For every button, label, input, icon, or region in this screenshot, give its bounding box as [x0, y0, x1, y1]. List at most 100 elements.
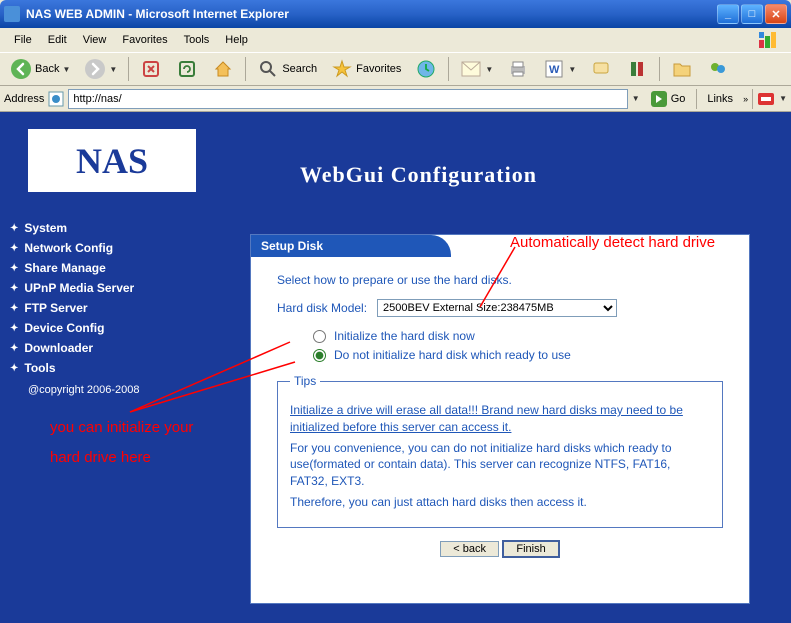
refresh-button[interactable] [170, 54, 204, 84]
home-button[interactable] [206, 54, 240, 84]
page-content: NAS WebGui Configuration ✦System ✦Networ… [0, 112, 791, 623]
finish-button[interactable]: Finish [502, 540, 559, 558]
sidebar-item-tools[interactable]: ✦Tools [10, 358, 190, 378]
home-icon [212, 58, 234, 80]
back-button[interactable]: Back ▼ [4, 54, 76, 84]
window-close-button[interactable]: ✕ [765, 4, 787, 24]
plus-icon: ✦ [10, 263, 18, 274]
tips-legend: Tips [290, 374, 320, 388]
forward-icon [84, 58, 106, 80]
edit-button[interactable]: W▼ [537, 54, 582, 84]
nas-logo-box: NAS [28, 129, 196, 192]
separator [659, 57, 660, 81]
plus-icon: ✦ [10, 223, 18, 234]
print-icon [507, 58, 529, 80]
favorites-star-icon [331, 58, 353, 80]
search-button[interactable]: Search [251, 54, 323, 84]
window-title: NAS WEB ADMIN - Microsoft Internet Explo… [26, 7, 717, 21]
separator [696, 89, 697, 109]
messenger-button[interactable] [701, 54, 735, 84]
menu-tools[interactable]: Tools [176, 32, 218, 48]
svg-text:W: W [549, 64, 560, 76]
dropdown-caret-icon: ▼ [109, 65, 117, 74]
window-maximize-button[interactable]: □ [741, 4, 763, 24]
plus-icon: ✦ [10, 343, 18, 354]
plus-icon: ✦ [10, 363, 18, 374]
page-title: WebGui Configuration [300, 162, 537, 188]
hard-disk-model-select[interactable]: 2500BEV External Size:238475MB [377, 299, 617, 317]
tips-warning-text: Initialize a drive will erase all data!!… [290, 402, 710, 436]
annotation-auto-detect: Automatically detect hard drive [510, 234, 715, 251]
stop-icon [140, 58, 162, 80]
back-label: Back [35, 63, 59, 75]
menu-view[interactable]: View [75, 32, 115, 48]
page-icon [48, 91, 64, 107]
copyright-text: @copyright 2006-2008 [28, 384, 190, 396]
dropdown-caret-icon: ▼ [62, 65, 70, 74]
menu-help[interactable]: Help [217, 32, 256, 48]
forward-button[interactable]: ▼ [78, 54, 123, 84]
dropdown-caret-icon[interactable]: ▼ [779, 94, 787, 103]
panel-intro-text: Select how to prepare or use the hard di… [277, 273, 723, 287]
address-label: Address [4, 93, 44, 105]
sidebar-item-device[interactable]: ✦Device Config [10, 318, 190, 338]
menu-favorites[interactable]: Favorites [114, 32, 175, 48]
folder-icon [671, 58, 693, 80]
ie-throbber-icon [753, 30, 785, 50]
window-minimize-button[interactable]: _ [717, 4, 739, 24]
address-bar: Address ▼ Go Links » ▼ [0, 86, 791, 112]
messenger-icon [707, 58, 729, 80]
discuss-button[interactable] [584, 54, 618, 84]
address-input[interactable] [68, 89, 627, 109]
sidebar-item-network[interactable]: ✦Network Config [10, 238, 190, 258]
window-titlebar: NAS WEB ADMIN - Microsoft Internet Explo… [0, 0, 791, 28]
menu-edit[interactable]: Edit [40, 32, 75, 48]
toolbar: Back ▼ ▼ Search Favorites ▼ W▼ [0, 52, 791, 86]
address-dropdown-icon[interactable]: ▼ [632, 94, 640, 103]
menu-file[interactable]: File [6, 32, 40, 48]
plus-icon: ✦ [10, 283, 18, 294]
folder-button[interactable] [665, 54, 699, 84]
annotation-initialize-line2: hard drive here [50, 449, 151, 466]
sidebar: ✦System ✦Network Config ✦Share Manage ✦U… [10, 218, 190, 396]
blocker-icon[interactable] [757, 90, 775, 108]
menu-bar: File Edit View Favorites Tools Help [0, 28, 791, 52]
do-not-initialize-radio[interactable] [313, 349, 326, 362]
research-button[interactable] [620, 54, 654, 84]
model-label: Hard disk Model: [277, 301, 367, 315]
app-icon [4, 6, 20, 22]
links-expand-icon[interactable]: » [743, 94, 748, 104]
setup-disk-panel: Setup Disk Select how to prepare or use … [250, 234, 750, 604]
back-button[interactable]: < back [440, 541, 499, 557]
mail-button[interactable]: ▼ [454, 54, 499, 84]
print-button[interactable] [501, 54, 535, 84]
word-edit-icon: W [543, 58, 565, 80]
go-button[interactable]: Go [644, 88, 693, 110]
plus-icon: ✦ [10, 303, 18, 314]
nas-logo: NAS [76, 140, 148, 182]
links-label[interactable]: Links [701, 93, 739, 105]
separator [128, 57, 129, 81]
do-not-initialize-label: Do not initialize hard disk which ready … [334, 348, 571, 362]
favorites-label: Favorites [356, 63, 401, 75]
go-arrow-icon [651, 91, 667, 107]
history-button[interactable] [409, 54, 443, 84]
dropdown-caret-icon: ▼ [485, 65, 493, 74]
sidebar-item-system[interactable]: ✦System [10, 218, 190, 238]
stop-button[interactable] [134, 54, 168, 84]
search-label: Search [282, 63, 317, 75]
sidebar-item-upnp[interactable]: ✦UPnP Media Server [10, 278, 190, 298]
panel-body: Select how to prepare or use the hard di… [251, 257, 749, 568]
refresh-icon [176, 58, 198, 80]
tips-fieldset: Tips Initialize a drive will erase all d… [277, 374, 723, 528]
mail-icon [460, 58, 482, 80]
sidebar-item-ftp[interactable]: ✦FTP Server [10, 298, 190, 318]
plus-icon: ✦ [10, 243, 18, 254]
favorites-button[interactable]: Favorites [325, 54, 407, 84]
history-icon [415, 58, 437, 80]
sidebar-item-downloader[interactable]: ✦Downloader [10, 338, 190, 358]
initialize-now-radio[interactable] [313, 330, 326, 343]
plus-icon: ✦ [10, 323, 18, 334]
sidebar-item-share[interactable]: ✦Share Manage [10, 258, 190, 278]
panel-header: Setup Disk [251, 235, 451, 257]
